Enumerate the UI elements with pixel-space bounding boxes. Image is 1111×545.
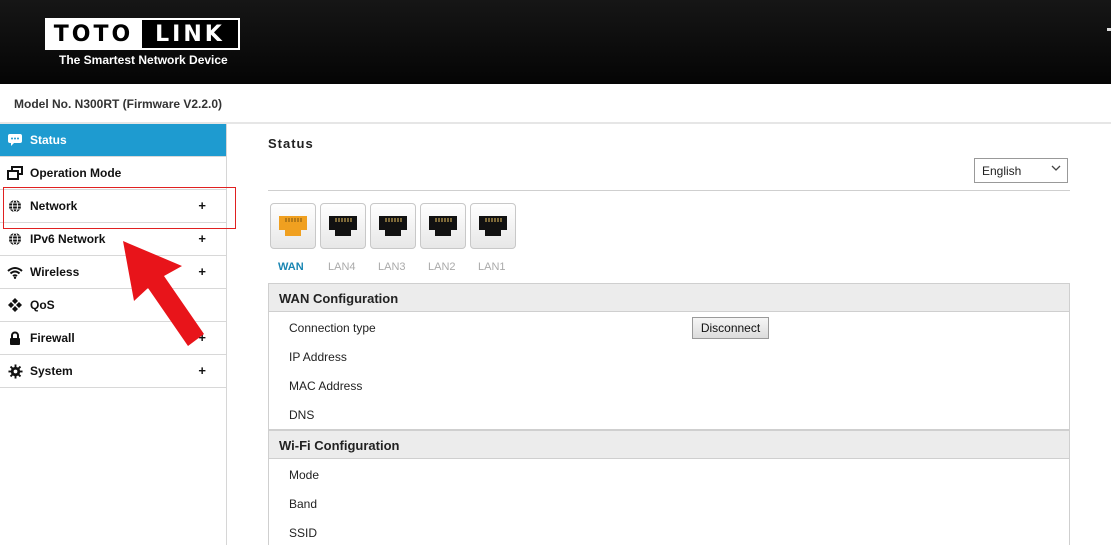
header-edge-mark: [1107, 28, 1111, 31]
port-lan4[interactable]: [320, 203, 366, 249]
wifi-configuration-panel: Wi-Fi Configuration Mode Band SSID: [268, 430, 1070, 545]
row-label: SSID: [289, 526, 318, 540]
port-lan3[interactable]: [370, 203, 416, 249]
ethernet-port-icon: [329, 216, 357, 236]
port-status-row: [270, 203, 520, 249]
sidebar-item-label: Operation Mode: [30, 166, 122, 180]
row-label: Mode: [289, 468, 320, 482]
wifi-icon: [0, 266, 30, 279]
port-lan2[interactable]: [420, 203, 466, 249]
row-label: Connection type: [289, 321, 376, 335]
sidebar-item-label: System: [30, 364, 73, 378]
tab-wan[interactable]: WAN: [278, 261, 304, 273]
sidebar-item-label: Status: [30, 133, 67, 147]
table-row: SSID: [269, 517, 1069, 545]
table-row: IP Address: [269, 341, 1069, 370]
tab-lan4[interactable]: LAN4: [328, 261, 356, 273]
row-label: IP Address: [289, 350, 347, 364]
expand-icon: +: [198, 363, 206, 378]
sidebar-item-label: QoS: [30, 298, 55, 312]
qos-icon: [0, 297, 30, 313]
table-row: MAC Address: [269, 370, 1069, 399]
sidebar-item-label: Firewall: [30, 331, 75, 345]
page-title: Status: [268, 136, 314, 151]
port-lan1[interactable]: [470, 203, 516, 249]
language-select[interactable]: English: [974, 158, 1068, 183]
globe-icon: [0, 232, 30, 246]
table-row: DNS: [269, 399, 1069, 428]
logo-left-text: TOTO: [45, 18, 142, 50]
model-info: Model No. N300RT (Firmware V2.2.0): [14, 97, 223, 111]
lock-icon: [0, 331, 30, 346]
sidebar-item-label: Wireless: [30, 265, 80, 279]
ethernet-port-icon: [429, 216, 457, 236]
language-selected: English: [982, 164, 1022, 178]
tab-lan3[interactable]: LAN3: [378, 261, 406, 273]
highlight-box: [3, 187, 236, 229]
totolink-logo: TOTO LINK: [45, 18, 240, 50]
title-divider: [268, 190, 1070, 191]
ethernet-port-icon: [479, 216, 507, 236]
port-wan[interactable]: [270, 203, 316, 249]
tab-lan2[interactable]: LAN2: [428, 261, 456, 273]
panel-title: WAN Configuration: [269, 284, 1069, 312]
windows-icon: [0, 166, 30, 180]
row-label: DNS: [289, 408, 315, 422]
wan-configuration-panel: WAN Configuration Connection type Discon…: [268, 283, 1070, 430]
chevron-down-icon: [1051, 164, 1061, 175]
table-row: Mode: [269, 459, 1069, 488]
table-row: Connection type Disconnect: [269, 312, 1069, 341]
row-label: Band: [289, 497, 318, 511]
ethernet-port-icon: [279, 216, 307, 236]
disconnect-button[interactable]: Disconnect: [692, 317, 769, 339]
sidebar-item-system[interactable]: System +: [0, 355, 226, 388]
logo-right-text: LINK: [142, 18, 240, 50]
header-bar: TOTO LINK The Smartest Network Device: [0, 0, 1111, 84]
sidebar-item-label: IPv6 Network: [30, 232, 106, 246]
brand-tagline: The Smartest Network Device: [59, 53, 228, 67]
chat-icon: [0, 133, 30, 147]
tab-lan1[interactable]: LAN1: [478, 261, 506, 273]
red-arrow-annotation: [123, 241, 204, 346]
table-row: Band: [269, 488, 1069, 517]
sidebar-item-status[interactable]: Status: [0, 124, 226, 157]
ethernet-port-icon: [379, 216, 407, 236]
row-label: MAC Address: [289, 379, 363, 393]
sidebar-item-operation-mode[interactable]: Operation Mode: [0, 157, 226, 190]
gear-icon: [0, 363, 30, 379]
panel-title: Wi-Fi Configuration: [269, 431, 1069, 459]
